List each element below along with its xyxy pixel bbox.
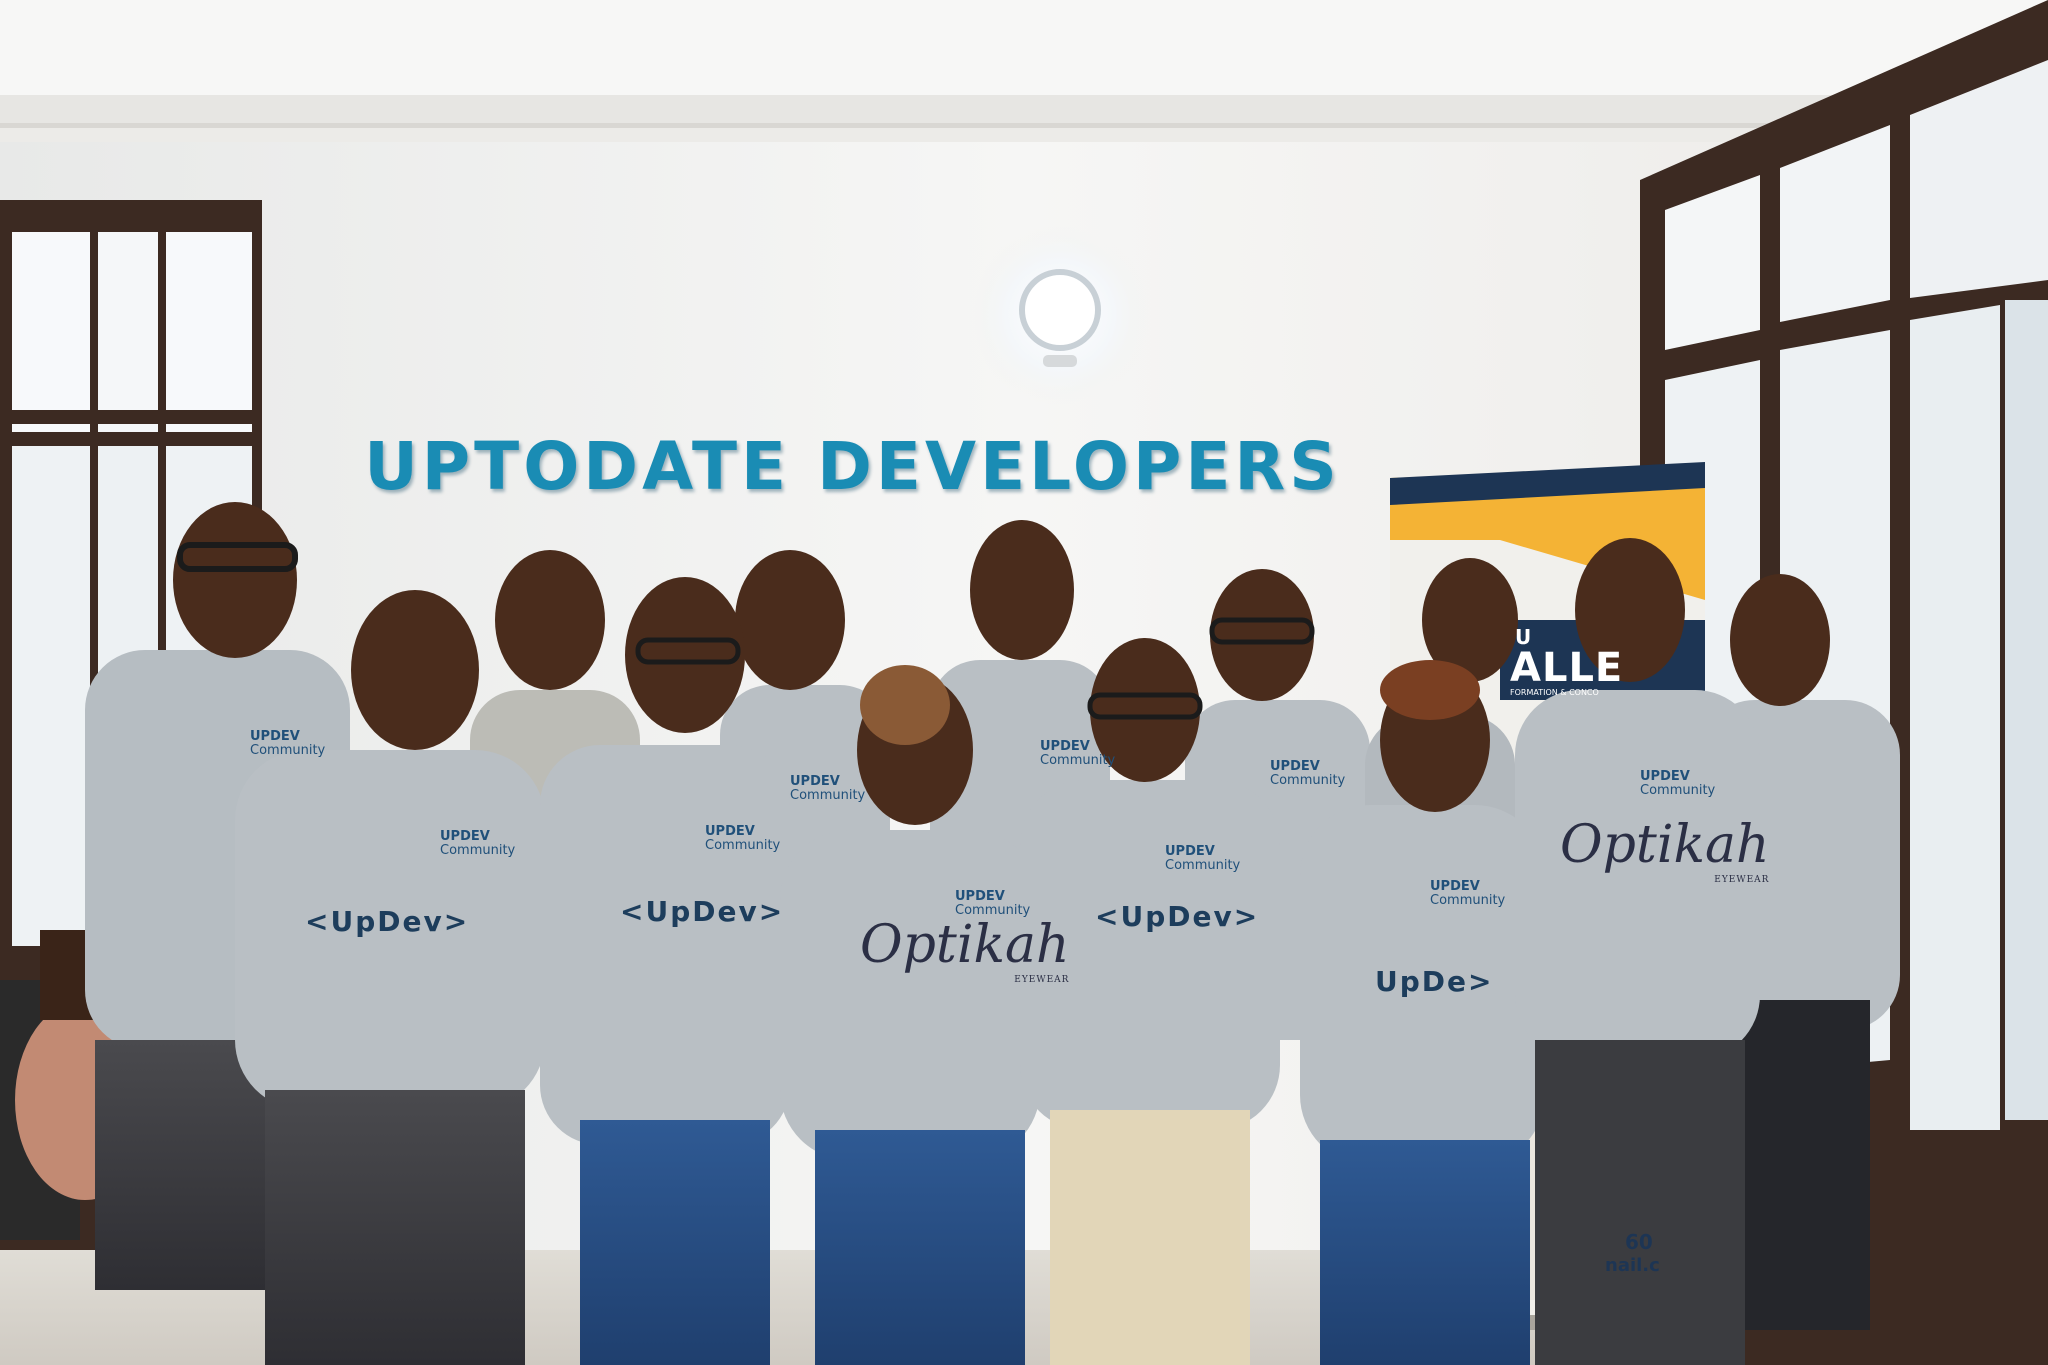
shirt-brand-8: UPDEV Community (1270, 759, 1346, 788)
banner-title: ALLE (1510, 645, 1624, 691)
group-photo-scene: UPTODATE DEVELOPERS UPDEV Community UPDEV… (0, 0, 2048, 1365)
banner-subtitle: FORMATION & CONCO (1510, 688, 1599, 697)
shirt-sponsor-1: Optikah EYEWEAR (860, 915, 1070, 985)
shirt-sponsor-2: Optikah EYEWEAR (1560, 815, 1770, 885)
shirt-brand-2: UPDEV Community (440, 829, 516, 858)
banner-phone: 60 (1625, 1230, 1653, 1254)
shirt-logo-1: <UpDev> (305, 905, 470, 938)
shirt-brand-4: UPDEV Community (790, 774, 866, 803)
wall-sign-text: UPTODATE DEVELOPERS (364, 428, 1341, 505)
shirt-brand-9: UPDEV Community (1430, 879, 1506, 908)
shirt-logo-2: <UpDev> (620, 895, 785, 928)
shirt-brand-6: UPDEV Community (1040, 739, 1116, 768)
wall-sign: UPTODATE DEVELOPERS (0, 428, 1705, 505)
shirt-logo-3: <UpDev> (1095, 900, 1260, 933)
banner-email: nail.c (1605, 1255, 1660, 1276)
shirt-brand-3: UPDEV Community (705, 824, 781, 853)
shirt-brand-10: UPDEV Community (1640, 769, 1716, 798)
shirt-logo-4: UpDe> (1375, 965, 1494, 998)
shirt-brand-5: UPDEV Community (955, 889, 1031, 918)
wall-lamp (970, 225, 1150, 405)
photo-background (0, 0, 2048, 1365)
shirt-brand-1: UPDEV Community (250, 729, 326, 758)
shirt-brand-7: UPDEV Community (1165, 844, 1241, 873)
